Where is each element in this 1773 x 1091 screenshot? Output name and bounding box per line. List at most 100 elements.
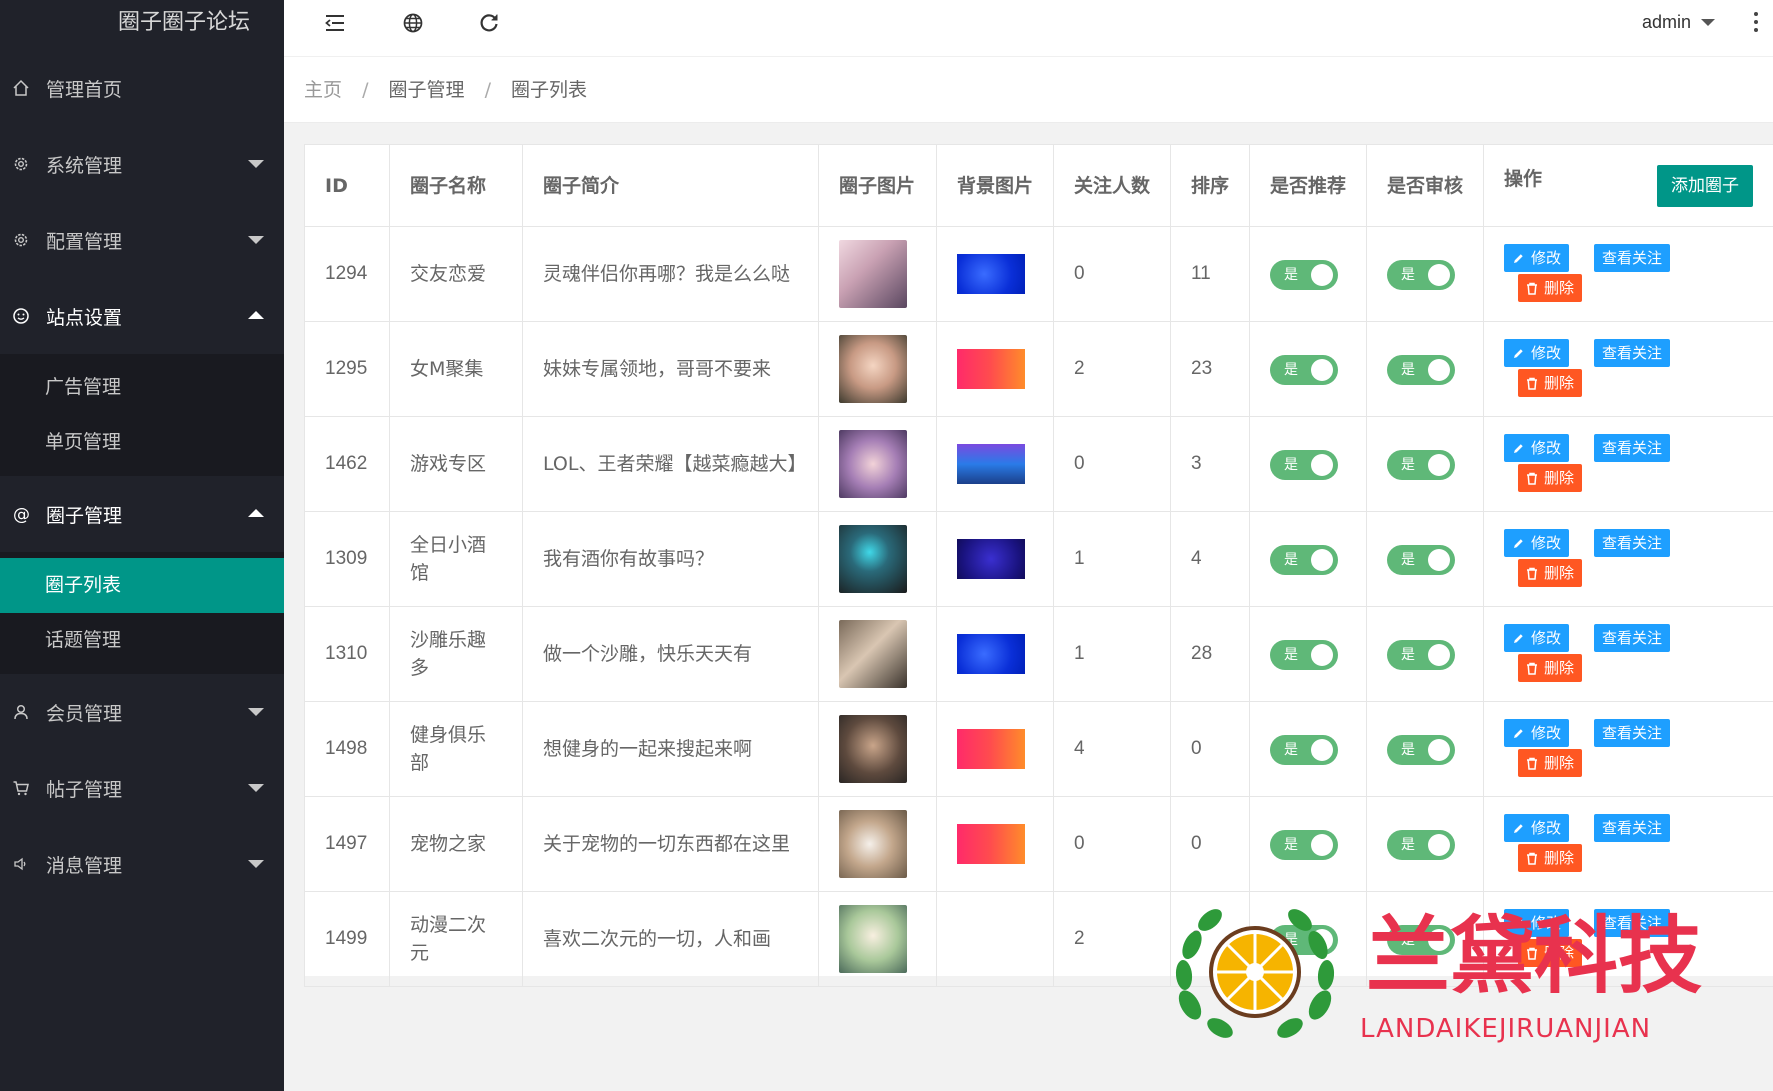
sidebar-item-members[interactable]: 会员管理 [0, 674, 284, 750]
cell-intro: 关于宠物的一切东西都在这里 [522, 796, 819, 892]
watermark-title: 兰黛科技 [1366, 907, 1703, 1005]
circle-thumbnail[interactable] [839, 620, 907, 688]
edit-button[interactable]: 修改 [1504, 339, 1570, 367]
delete-button[interactable]: 删除 [1518, 749, 1583, 777]
cell-actions: 修改 查看关注 删除 [1483, 796, 1773, 892]
sidebar-item-ads[interactable]: 广告管理 [0, 360, 284, 415]
cell-sort: 23 [1170, 321, 1250, 417]
view-followers-button[interactable]: 查看关注 [1594, 719, 1671, 747]
recommend-toggle[interactable]: 是 [1270, 829, 1338, 860]
background-thumbnail[interactable] [957, 824, 1025, 864]
background-thumbnail[interactable] [957, 539, 1025, 579]
cell-bg-image [936, 416, 1054, 512]
delete-button[interactable]: 删除 [1518, 559, 1583, 587]
circle-thumbnail[interactable] [839, 335, 907, 403]
edit-label: 修改 [1531, 344, 1562, 362]
edit-button[interactable]: 修改 [1504, 529, 1570, 557]
toggle-label: 是 [1401, 741, 1415, 758]
edit-button[interactable]: 修改 [1504, 624, 1570, 652]
audit-toggle[interactable]: 是 [1387, 829, 1455, 860]
audit-toggle[interactable]: 是 [1387, 354, 1455, 385]
audit-toggle[interactable]: 是 [1387, 259, 1455, 290]
background-thumbnail[interactable] [957, 634, 1025, 674]
delete-button[interactable]: 删除 [1518, 369, 1583, 397]
audit-toggle[interactable]: 是 [1387, 734, 1455, 765]
audit-toggle[interactable]: 是 [1387, 449, 1455, 480]
background-thumbnail[interactable] [957, 729, 1025, 769]
edit-button[interactable]: 修改 [1504, 814, 1570, 842]
circle-thumbnail[interactable] [839, 715, 907, 783]
sidebar-item-posts[interactable]: 帖子管理 [0, 750, 284, 826]
recommend-toggle[interactable]: 是 [1270, 354, 1338, 385]
cell-intro: 喜欢二次元的一切，人和画 [522, 891, 819, 987]
sidebar-item-system[interactable]: 系统管理 [0, 126, 284, 202]
view-followers-button[interactable]: 查看关注 [1594, 339, 1671, 367]
toggle-label: 是 [1284, 836, 1298, 853]
cell-sort: 0 [1170, 796, 1250, 892]
user-menu[interactable]: admin [1642, 12, 1715, 33]
view-followers-button[interactable]: 查看关注 [1594, 529, 1671, 557]
audit-toggle[interactable]: 是 [1387, 544, 1455, 575]
add-circle-button[interactable]: 添加圈子 [1657, 164, 1753, 207]
sidebar-item-topics[interactable]: 话题管理 [0, 613, 284, 668]
more-vertical-icon[interactable] [1753, 12, 1759, 34]
delete-button[interactable]: 删除 [1518, 654, 1583, 682]
delete-button[interactable]: 删除 [1518, 464, 1583, 492]
recommend-toggle[interactable]: 是 [1270, 639, 1338, 670]
edit-button[interactable]: 修改 [1504, 244, 1570, 272]
delete-label: 删除 [1544, 754, 1575, 772]
refresh-icon[interactable] [476, 10, 502, 36]
background-thumbnail[interactable] [957, 919, 1025, 959]
toggle-label: 是 [1284, 456, 1298, 473]
background-thumbnail[interactable] [957, 349, 1025, 389]
view-followers-button[interactable]: 查看关注 [1594, 434, 1671, 462]
breadcrumb-circle[interactable]: 圈子管理 [389, 79, 465, 101]
trash-icon [1527, 662, 1537, 675]
cell-id: 1499 [304, 891, 390, 987]
cell-sort: 28 [1170, 606, 1250, 702]
background-thumbnail[interactable] [957, 444, 1025, 484]
sidebar-item-label: 消息管理 [46, 854, 123, 877]
edit-button[interactable]: 修改 [1504, 434, 1570, 462]
view-followers-button[interactable]: 查看关注 [1594, 624, 1671, 652]
cell-id: 1295 [304, 321, 390, 417]
sidebar-item-messages[interactable]: 消息管理 [0, 826, 284, 902]
recommend-toggle[interactable]: 是 [1270, 449, 1338, 480]
toggle-knob [1311, 358, 1333, 381]
recommend-toggle[interactable]: 是 [1270, 544, 1338, 575]
toggle-knob [1311, 548, 1333, 571]
table-row: 1309 全日小酒馆 我有酒你有故事吗？ 1 4 是 是 修改 查看关注 删除 [304, 511, 1773, 607]
toggle-knob [1311, 643, 1333, 666]
sidebar-item-pages[interactable]: 单页管理 [0, 415, 284, 470]
sidebar-item-circle-list[interactable]: 圈子列表 [0, 558, 284, 613]
sidebar-item-site-settings[interactable]: 站点设置 [0, 278, 284, 354]
cell-recommend: 是 [1249, 321, 1367, 417]
edit-button[interactable]: 修改 [1504, 719, 1570, 747]
view-followers-button[interactable]: 查看关注 [1594, 244, 1671, 272]
breadcrumb-home[interactable]: 主页 [304, 79, 342, 101]
breadcrumb-current: 圈子列表 [511, 79, 588, 101]
circle-thumbnail[interactable] [839, 240, 907, 308]
sidebar-item-home[interactable]: 管理首页 [0, 50, 284, 126]
delete-button[interactable]: 删除 [1518, 274, 1583, 302]
cell-name: 交友恋爱 [389, 226, 523, 322]
recommend-toggle[interactable]: 是 [1270, 259, 1338, 290]
recommend-toggle[interactable]: 是 [1270, 734, 1338, 765]
background-thumbnail[interactable] [957, 254, 1025, 294]
row-actions: 修改 查看关注 删除 [1484, 512, 1773, 606]
trash-icon [1527, 377, 1537, 390]
audit-toggle[interactable]: 是 [1387, 639, 1455, 670]
circle-thumbnail[interactable] [839, 430, 907, 498]
globe-icon[interactable] [400, 10, 426, 36]
trash-icon [1527, 757, 1537, 770]
cell-actions: 修改 查看关注 删除 [1483, 701, 1773, 797]
circle-thumbnail[interactable] [839, 810, 907, 878]
delete-button[interactable]: 删除 [1518, 844, 1583, 872]
sidebar-item-config[interactable]: 配置管理 [0, 202, 284, 278]
view-followers-button[interactable]: 查看关注 [1594, 814, 1671, 842]
sidebar-item-circle[interactable]: @ 圈子管理 [0, 476, 284, 552]
toggle-label: 是 [1284, 741, 1298, 758]
circle-thumbnail[interactable] [839, 525, 907, 593]
menu-shrink-icon[interactable] [322, 10, 348, 36]
circle-thumbnail[interactable] [839, 905, 907, 973]
